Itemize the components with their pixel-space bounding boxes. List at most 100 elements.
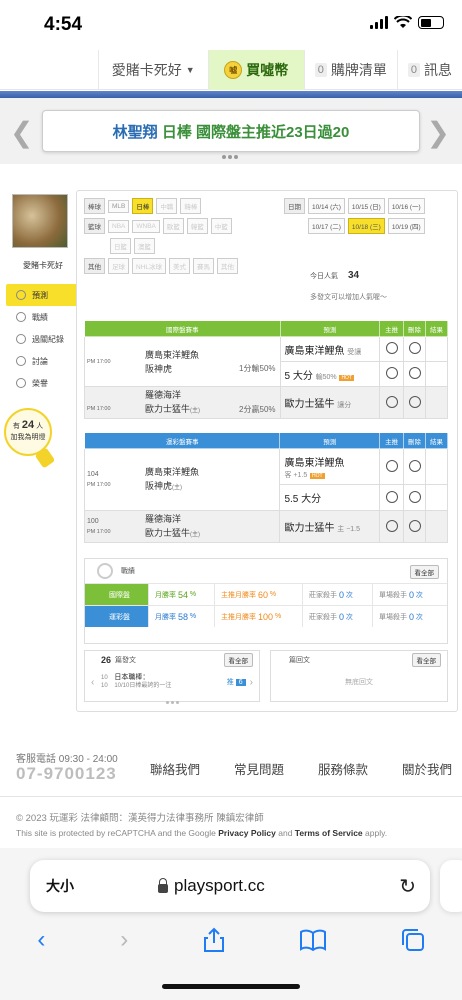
side-item-predict[interactable]: 預測 [6, 284, 78, 306]
back-icon[interactable]: ‹ [37, 926, 45, 954]
side-item-label: 預測 [32, 290, 48, 300]
side-item-parlay[interactable]: 過關紀錄 [6, 328, 78, 350]
footer-link-about[interactable]: 關於我們 [402, 759, 452, 778]
buy-coin-button[interactable]: 噓買噓幣 [207, 50, 304, 90]
table-row: PM 17:00 羅德海洋 歐力士猛牛(主) 2分贏50% 歐力士猛牛 讓分 [84, 386, 448, 419]
single-killer: 單場殺手 0 次 [373, 584, 447, 605]
pick-team: 廣島東洋鯉魚 [284, 457, 345, 469]
tabs-icon[interactable] [401, 928, 425, 952]
filter-wnba[interactable]: WNBA [132, 219, 160, 233]
date-chip[interactable]: 10/14 (六) [308, 198, 345, 214]
delete-radio[interactable] [408, 342, 421, 354]
popularity-label: 今日人氣 [310, 273, 338, 280]
pick-total: 5.5 大分 [284, 494, 322, 505]
pick-cell[interactable]: 廣島東洋鯉魚 受讓 [279, 336, 381, 362]
filter-nbl[interactable]: 澳籃 [134, 238, 155, 254]
main-pick-radio[interactable] [385, 519, 398, 532]
date-chip[interactable]: 10/19 (四) [387, 218, 425, 234]
filter-soccer[interactable]: 足球 [108, 258, 129, 274]
filter-cba[interactable]: 中籃 [210, 218, 232, 234]
filter-nfl[interactable]: 美式 [169, 258, 191, 274]
cart-link[interactable]: 0 購牌清單 [303, 50, 397, 90]
filter-jbl[interactable]: 日籃 [110, 238, 131, 254]
post-date-day: 10 [101, 683, 108, 689]
service-phone[interactable]: 07-9700123 [16, 764, 117, 784]
share-icon[interactable] [203, 927, 225, 953]
privacy-policy-link[interactable]: Privacy Policy [218, 828, 276, 838]
delete-radio[interactable] [408, 367, 421, 379]
footer-link-terms[interactable]: 服務條款 [318, 759, 368, 778]
delete-radio[interactable] [408, 490, 421, 503]
post-item[interactable]: ‹ 10 10 日本職棒： 10/10日棒最誇的一注 推 6 › [85, 673, 259, 691]
date-chip-selected[interactable]: 10/18 (三) [347, 218, 385, 234]
carousel-dots [222, 155, 238, 159]
chevron-left-icon[interactable]: ‹ [91, 677, 94, 688]
table-row: PM 17:00 廣島東洋鯉魚 阪神虎 1分輸50% 廣島東洋鯉魚 受讓 [84, 336, 448, 387]
avatar[interactable] [12, 194, 68, 248]
pick-note: 受讓 [347, 348, 362, 356]
pick-team: 歐力士猛牛 [284, 523, 335, 534]
address-bar[interactable]: 大小 playsport.cc ↻ [30, 860, 430, 912]
date-chip[interactable]: 10/15 (日) [347, 198, 385, 214]
reload-icon[interactable]: ↻ [399, 874, 416, 899]
terms-of-service-link[interactable]: Terms of Service [295, 828, 363, 838]
filter-euro-bball[interactable]: 歐籃 [162, 218, 184, 234]
team-away: 阪神虎 [145, 480, 173, 491]
pick-cell[interactable]: 5 大分 輸50% HOT [279, 361, 381, 387]
status-time: 4:54 [44, 14, 83, 35]
delete-radio[interactable] [408, 459, 421, 472]
text-size-button[interactable]: 大小 [46, 876, 74, 896]
th-main: 主推 [379, 320, 405, 337]
footer-link-contact[interactable]: 聯絡我們 [150, 759, 200, 778]
pick-cell[interactable]: 廣島東洋鯉魚客 +1.5 HOT [279, 448, 381, 485]
side-item-discussion[interactable]: 討論 [6, 350, 78, 372]
main-pick-radio[interactable] [385, 342, 398, 354]
date-chip[interactable]: 10/16 (一) [387, 198, 425, 214]
filter-nhl[interactable]: NHL冰球 [132, 258, 167, 274]
bookmarks-icon[interactable] [299, 929, 326, 951]
marquee-banner[interactable]: 林聖翔 日棒 國際盤主推近23日過20 [42, 110, 420, 152]
team-away: 阪神虎 [145, 363, 173, 374]
follow-bulb[interactable]: 有 24 人 加我為明燈 [4, 408, 52, 456]
pick-cell[interactable]: 5.5 大分 [279, 484, 381, 511]
pick-cell[interactable]: 歐力士猛牛 讓分 [279, 386, 381, 419]
posts-view-all-button[interactable]: 看全部 [223, 653, 253, 667]
messages-link[interactable]: 0 訊息 [396, 50, 462, 90]
chevron-right-icon[interactable]: ❯ [427, 116, 450, 149]
filter-cpbl[interactable]: 中職 [156, 198, 178, 214]
filter-mlb[interactable]: MLB [108, 199, 130, 213]
single-killer: 單場殺手 0 次 [373, 606, 447, 627]
chevron-left-icon[interactable]: ❮ [10, 116, 33, 149]
main-pick-radio[interactable] [385, 490, 398, 503]
main-pick-radio[interactable] [385, 395, 398, 408]
table-row: 100 PM 17:00 羅德海洋 歐力士猛牛(主) 歐力士猛牛 主 −1.5 [83, 510, 448, 543]
date-chip[interactable]: 10/17 (二) [308, 218, 345, 234]
pct-sign: % [274, 613, 282, 620]
main-pick-radio[interactable] [385, 459, 398, 472]
pick-cell[interactable]: 歐力士猛牛 主 −1.5 [279, 510, 381, 543]
delete-radio[interactable] [408, 395, 421, 408]
filter-npb[interactable]: 日棒 [132, 198, 154, 214]
filter-kbl[interactable]: 韓籃 [186, 218, 208, 234]
side-item-honor[interactable]: 榮譽 [6, 372, 78, 394]
user-menu[interactable]: 愛賭卡死好 ▼ [97, 50, 208, 90]
footer-link-faq[interactable]: 常見問題 [234, 759, 284, 778]
replies-view-all-button[interactable]: 看全部 [411, 653, 441, 667]
main-rate-value: 60 [257, 589, 268, 600]
footer-links: 聯絡我們 常見問題 服務條款 關於我們 [150, 759, 452, 778]
chevron-right-icon[interactable]: › [250, 677, 253, 688]
filter-horse[interactable]: 賽馬 [193, 258, 215, 274]
filter-nba[interactable]: NBA [108, 219, 130, 233]
filter-label-baseball: 棒球 [84, 198, 105, 214]
forward-icon[interactable]: › [120, 926, 128, 954]
delete-radio[interactable] [408, 519, 421, 532]
th-result: 結果 [425, 432, 448, 449]
filter-kbo[interactable]: 韓棒 [180, 198, 202, 214]
main-pick-radio[interactable] [385, 367, 398, 379]
record-view-all-button[interactable]: 看全部 [409, 565, 439, 579]
filter-misc[interactable]: 其他 [217, 258, 239, 274]
next-tab-peek[interactable] [440, 860, 462, 912]
side-item-record[interactable]: 戰績 [6, 306, 78, 328]
url-display[interactable]: playsport.cc [158, 876, 265, 896]
banker-killer: 莊家殺手 0 次 [303, 606, 373, 627]
